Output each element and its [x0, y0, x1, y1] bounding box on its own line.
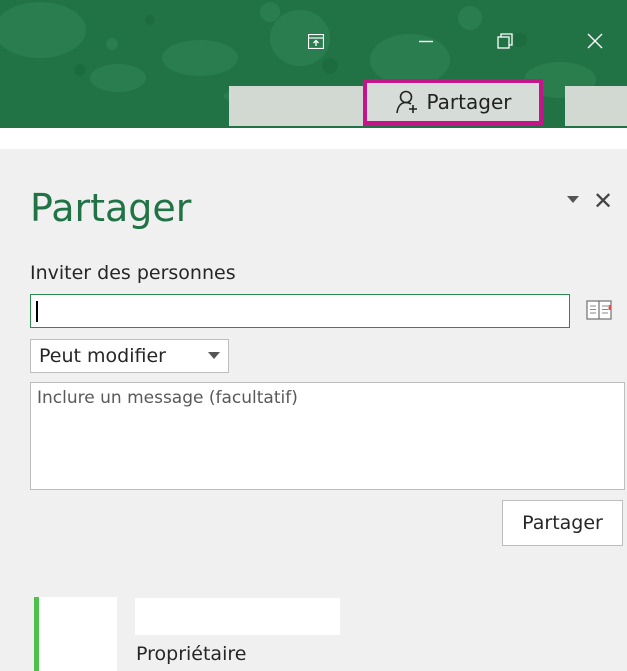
pane-title: Partager — [30, 186, 192, 230]
invite-label: Inviter des personnes — [30, 262, 236, 284]
restore-icon — [497, 33, 513, 49]
avatar — [39, 597, 117, 671]
address-book-icon[interactable] — [586, 298, 612, 322]
formula-bar-strip — [0, 128, 627, 149]
share-tab-label: Partager — [426, 90, 512, 114]
text-caret — [36, 301, 38, 322]
add-person-icon — [395, 90, 417, 114]
message-placeholder: Inclure un message (facultatif) — [37, 388, 298, 408]
close-window-icon — [587, 33, 603, 49]
invite-people-input[interactable] — [30, 294, 570, 328]
minimize-button[interactable] — [409, 28, 443, 54]
restore-button[interactable] — [488, 28, 522, 54]
share-tab-button[interactable]: Partager — [363, 79, 543, 125]
close-window-button[interactable] — [578, 28, 612, 54]
pane-options-dropdown-icon[interactable] — [567, 196, 579, 204]
permission-selected-value: Peut modifier — [39, 345, 166, 367]
pane-close-icon[interactable]: ✕ — [590, 187, 616, 215]
ribbon-tab-blank[interactable] — [565, 86, 627, 126]
ribbon-tab-blank[interactable] — [229, 86, 363, 126]
ribbon-display-options-button[interactable] — [299, 28, 333, 54]
title-bar: Partager — [0, 0, 627, 128]
owner-name — [135, 598, 340, 635]
message-textarea[interactable]: Inclure un message (facultatif) — [30, 382, 625, 490]
minimize-icon — [419, 40, 433, 43]
owner-role-label: Propriétaire — [136, 643, 247, 665]
share-button[interactable]: Partager — [502, 500, 623, 546]
chevron-down-icon — [208, 352, 220, 359]
ribbon-display-options-icon — [308, 33, 324, 49]
permission-dropdown[interactable]: Peut modifier — [30, 339, 229, 373]
